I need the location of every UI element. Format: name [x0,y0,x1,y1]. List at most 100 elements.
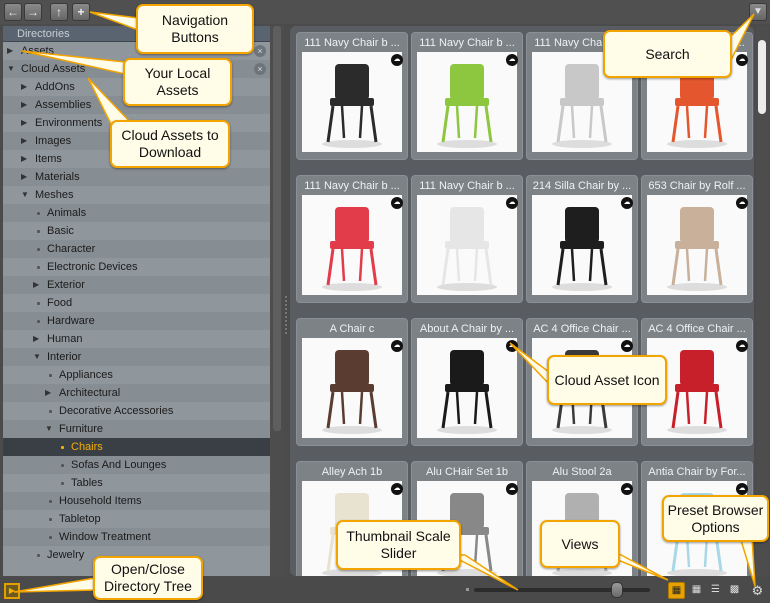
plus-icon[interactable]: + [72,3,90,21]
chair-icon [322,207,382,291]
cloud-download-icon[interactable]: ☁ [506,483,518,495]
small-grid-view-icon[interactable]: ▩ [726,582,743,599]
tree-leaf-icon [37,554,40,557]
tree-item-tabletop[interactable]: Tabletop [3,510,270,528]
cloud-download-icon[interactable]: ☁ [391,54,403,66]
tree-item-food[interactable]: Food [3,294,270,312]
chevron-right-icon[interactable]: ▶ [21,132,31,150]
tree-item-label: Interior [47,351,82,363]
cloud-download-icon[interactable]: ☁ [736,340,748,352]
cloud-download-icon[interactable]: ☁ [506,197,518,209]
cloud-download-icon[interactable]: ☁ [621,197,633,209]
slider-handle[interactable] [611,582,623,598]
tree-leaf-icon [37,302,40,305]
remove-icon[interactable]: × [254,63,266,75]
cloud-download-icon[interactable]: ☁ [391,340,403,352]
cloud-download-icon[interactable]: ☁ [736,483,748,495]
tree-item-sofas-and-lounges[interactable]: Sofas And Lounges [3,456,270,474]
chevron-right-icon[interactable]: ▶ [21,114,31,132]
tree-item-household-items[interactable]: Household Items [3,492,270,510]
chevron-down-icon[interactable]: ▼ [7,60,17,78]
tree-item-furniture[interactable]: ▼ Furniture [3,420,270,438]
cloud-download-icon[interactable]: ☁ [506,54,518,66]
asset-title: 111 Navy Chair b ... [419,180,515,192]
tree-item-meshes[interactable]: ▼ Meshes [3,186,270,204]
chevron-down-icon[interactable]: ▼ [33,348,43,366]
tree-item-label: Human [47,333,83,345]
folder-up-icon[interactable]: ↑ [50,3,68,21]
asset-grid: 111 Navy Chair b ... ☁ 111 Navy Chair b ..… [290,26,754,576]
chevron-down-icon[interactable]: ▼ [21,186,31,204]
asset-card[interactable]: 653 Chair by Rolf ... ☁ [641,175,753,303]
remove-icon[interactable]: × [254,45,266,57]
asset-card[interactable]: 111 Navy Chair b ... ☁ [296,32,408,160]
tree-item-window-treatment[interactable]: Window Treatment [3,528,270,546]
grid-scroll-thumb[interactable] [758,40,766,114]
large-grid-view-icon[interactable]: ▦ [668,582,685,599]
thumbnail-scale-slider[interactable] [474,588,650,592]
tree-item-materials[interactable]: ▶ Materials [3,168,270,186]
asset-title: 111 Navy Chair b ... [419,37,515,49]
chevron-right-icon[interactable]: ▶ [21,150,31,168]
list-view-icon[interactable]: ☰ [707,582,724,599]
chair-icon [667,207,727,291]
arrow-right-icon[interactable]: → [24,3,42,21]
filter-icon[interactable]: ▼ [749,3,767,21]
tree-item-human[interactable]: ▶ Human [3,330,270,348]
chevron-right-icon[interactable]: ▶ [21,96,31,114]
cloud-download-icon[interactable]: ☁ [736,54,748,66]
asset-card[interactable]: About A Chair by ... ☁ [411,318,523,446]
asset-card[interactable]: 214 Silla Chair by ... ☁ [526,175,638,303]
tree-item-hardware[interactable]: Hardware [3,312,270,330]
asset-title: Alu Stool 2a [552,466,612,478]
tree-item-chairs[interactable]: Chairs [3,438,270,456]
chevron-right-icon[interactable]: ▶ [7,42,17,60]
tree-item-architectural[interactable]: ▶ Architectural [3,384,270,402]
tree-item-character[interactable]: Character [3,240,270,258]
tree-item-basic[interactable]: Basic [3,222,270,240]
tree-item-label: Jewelry [47,549,85,561]
asset-card[interactable]: 111 Navy Chair b ... ☁ [411,175,523,303]
panel-splitter[interactable] [283,26,289,576]
chevron-down-icon[interactable]: ▼ [45,420,55,438]
navigation-bar: ← → ↑ + ▼ [0,0,770,24]
splitter-grip[interactable] [285,296,287,336]
callout-local-assets: Your Local Assets [123,58,232,106]
tree-item-decorative-accessories[interactable]: Decorative Accessories [3,402,270,420]
medium-grid-view-icon[interactable]: ▦ [688,582,705,599]
arrow-left-icon[interactable]: ← [4,3,22,21]
grid-scrollbar[interactable] [756,26,768,576]
chevron-right-icon[interactable]: ▶ [45,384,55,402]
tree-item-label: Chairs [71,441,103,453]
tree-item-tables[interactable]: Tables [3,474,270,492]
chevron-right-icon[interactable]: ▶ [21,168,31,186]
cloud-download-icon[interactable]: ☁ [391,197,403,209]
chevron-right-icon[interactable]: ▶ [33,330,43,348]
directory-scroll-thumb[interactable] [273,26,281,431]
asset-thumbnail [417,338,517,438]
tree-item-label: Images [35,135,72,147]
chevron-right-icon[interactable]: ▶ [33,276,43,294]
cloud-download-icon[interactable]: ☁ [621,483,633,495]
tree-item-interior[interactable]: ▼ Interior [3,348,270,366]
directory-scrollbar[interactable] [270,26,284,576]
tree-item-label: Animals [47,207,87,219]
asset-card[interactable]: 111 Navy Chair b ... ☁ [411,32,523,160]
cloud-download-icon[interactable]: ☁ [506,340,518,352]
tree-item-appliances[interactable]: Appliances [3,366,270,384]
cloud-download-icon[interactable]: ☁ [736,197,748,209]
tree-item-exterior[interactable]: ▶ Exterior [3,276,270,294]
tree-item-animals[interactable]: Animals [3,204,270,222]
asset-card[interactable]: 111 Navy Chair b ... ☁ [296,175,408,303]
cloud-download-icon[interactable]: ☁ [621,340,633,352]
tree-item-label: Assets [21,45,55,57]
directory-tree-toggle-icon[interactable]: ▶ [4,583,20,599]
tree-leaf-icon [37,230,40,233]
chevron-right-icon[interactable]: ▶ [21,78,31,96]
asset-card[interactable]: A Chair c ☁ [296,318,408,446]
gear-icon[interactable]: ⚙ [749,582,766,599]
tree-leaf-icon [49,374,52,377]
tree-item-electronic-devices[interactable]: Electronic Devices [3,258,270,276]
cloud-download-icon[interactable]: ☁ [391,483,403,495]
asset-thumbnail [302,52,402,152]
